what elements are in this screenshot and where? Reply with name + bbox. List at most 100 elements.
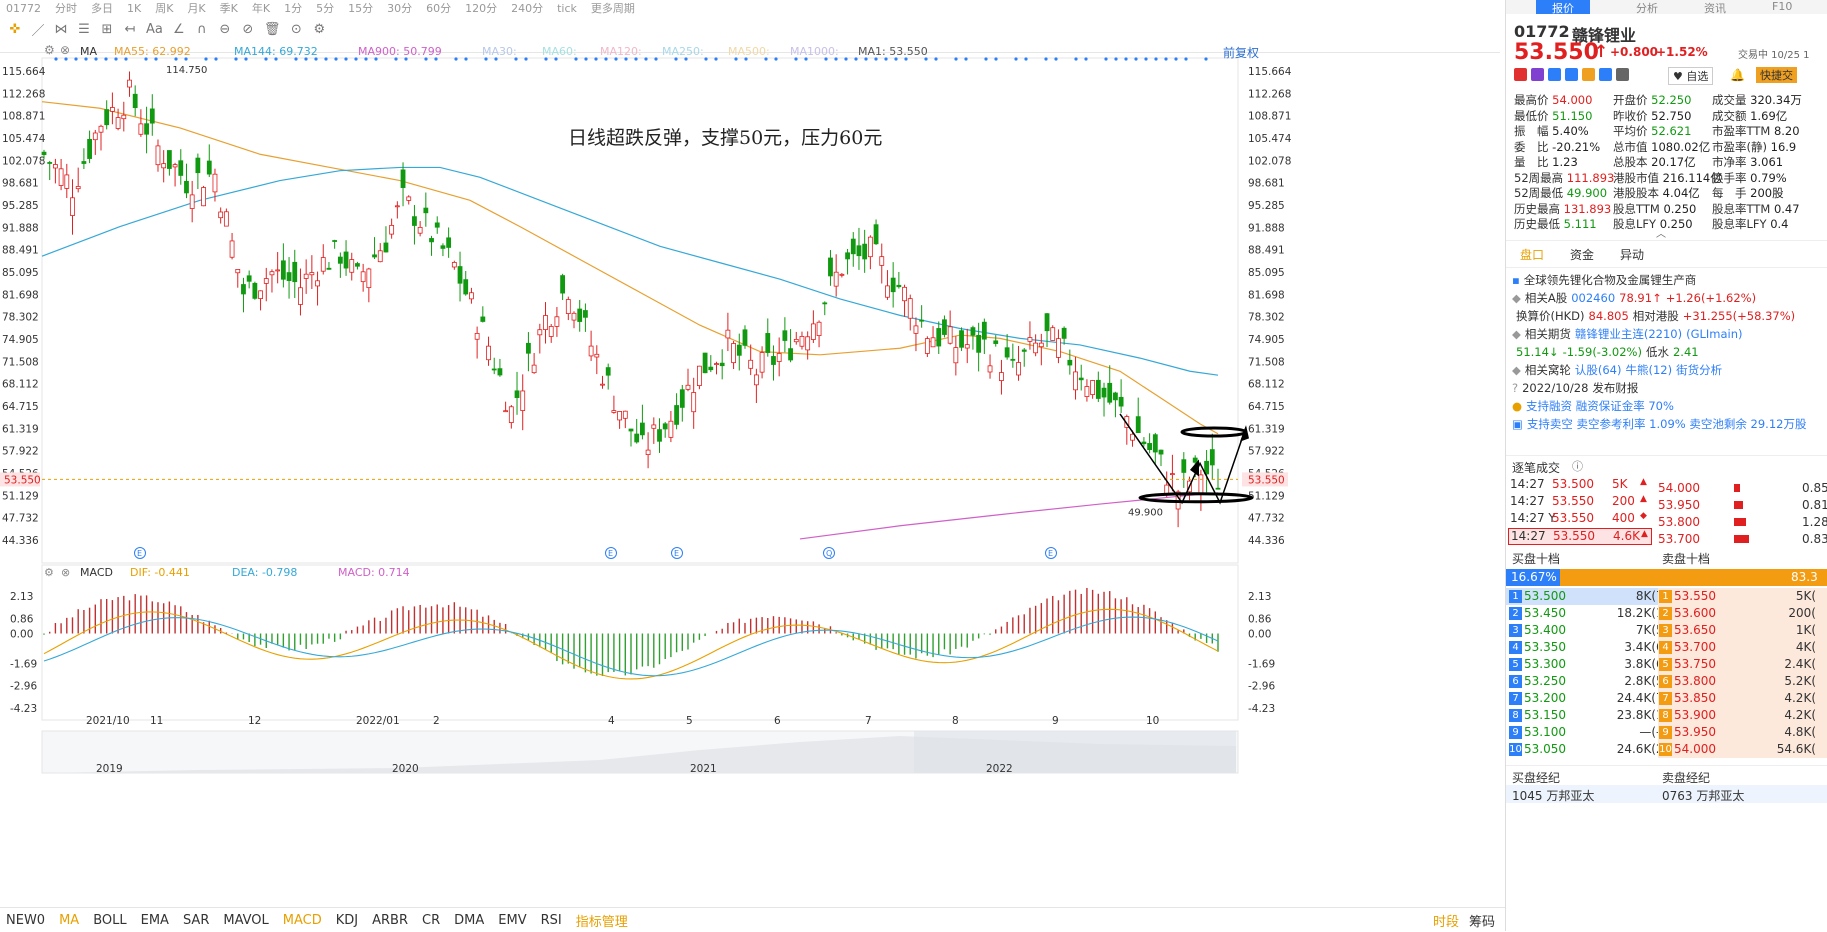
period-tab[interactable]: 分时 [55, 2, 77, 14]
eye-icon[interactable]: ⊙ [289, 22, 303, 37]
kline-chart[interactable]: 115.664 115.664 112.268 112.268 108.871 108.8… [0, 40, 1505, 931]
book-row[interactable]: 653.2502.8K(5)653.8005.2K( [1506, 673, 1827, 690]
book-row[interactable]: 353.4007K(5)353.6501K( [1506, 622, 1827, 639]
period-tab[interactable]: 120分 [465, 2, 497, 14]
feature-badge-icon[interactable] [1616, 68, 1629, 81]
ma-legend-item[interactable]: MA250: [662, 45, 704, 58]
bell-icon[interactable]: 🔔 [1730, 68, 1745, 82]
panel-tab[interactable]: 资讯 [1704, 0, 1726, 15]
period-tab[interactable]: 60分 [426, 2, 451, 14]
indicator-tab[interactable]: EMV [498, 913, 526, 928]
book-row[interactable]: 953.100—(—)953.9504.8K( [1506, 724, 1827, 741]
period-tab[interactable]: 周K [155, 2, 173, 14]
feature-badge-icon[interactable] [1565, 68, 1578, 81]
indicator-tab[interactable]: SAR [183, 913, 209, 928]
panel-tab[interactable]: 分析 [1636, 0, 1658, 15]
indicator-tab[interactable]: BOLL [93, 913, 126, 928]
crosshair-icon[interactable]: ✜ [8, 22, 22, 37]
warrant-link[interactable]: 街货分析 [1676, 363, 1722, 377]
ma-legend-item[interactable]: MA60: [542, 45, 577, 58]
trash-icon[interactable]: 🗑 [264, 22, 281, 37]
period-tab[interactable]: 01772 [6, 2, 41, 14]
quick-trade-button[interactable]: 快捷交 [1756, 67, 1797, 83]
text-tool-button[interactable]: Aa [146, 22, 163, 37]
period-tab[interactable]: 季K [220, 2, 238, 14]
bottom-right-tab[interactable]: 时段 [1433, 915, 1459, 930]
close-icon[interactable]: ⊗ [60, 43, 70, 57]
magnet-icon[interactable]: ∩ [195, 22, 209, 37]
period-tab[interactable]: 30分 [387, 2, 412, 14]
indicator-tab[interactable]: MA [59, 913, 79, 928]
chart-area[interactable]: 115.664 115.664 112.268 112.268 108.871 108.8… [0, 40, 1505, 931]
indicator-tab[interactable]: KDJ [336, 913, 358, 928]
book-row[interactable]: 853.15023.8K(1)853.9004.2K( [1506, 707, 1827, 724]
hide-icon[interactable]: ⊘ [241, 22, 255, 37]
book-row[interactable]: 1053.05024.6K(2)1054.00054.6K( [1506, 741, 1827, 758]
ma-legend-item[interactable]: MA900: 50.799 [358, 45, 442, 58]
feature-badge-icon[interactable] [1599, 68, 1612, 81]
warrant-link[interactable]: 认股(64) [1575, 363, 1622, 377]
ma-legend-item[interactable]: MA55: 62.992 [114, 45, 191, 58]
measure-tool-icon[interactable]: ⊞ [100, 22, 114, 37]
indicator-tab[interactable]: CR [422, 913, 440, 928]
period-tab[interactable]: 1K [127, 2, 141, 14]
line-tool-icon[interactable]: ／ [31, 20, 45, 39]
adjust-label[interactable]: 前复权 [1223, 44, 1259, 61]
period-tab[interactable]: 年K [252, 2, 270, 14]
ma-legend-item[interactable]: MA30: [482, 45, 517, 58]
ma-type-label[interactable]: MA [80, 45, 97, 58]
feature-badge-icon[interactable] [1548, 68, 1561, 81]
period-tab[interactable]: 1分 [284, 2, 302, 14]
bottom-right-tab[interactable]: 筹码 [1469, 915, 1495, 930]
indicator-tab[interactable]: RSI [541, 913, 562, 928]
ma-legend-item[interactable]: MA144: 69.732 [234, 45, 318, 58]
lock-icon[interactable]: ⊖ [218, 22, 232, 37]
ma-legend-item[interactable]: MA500: [728, 45, 770, 58]
futures-link[interactable]: 赣锋锂业主连(2210) [1575, 327, 1682, 341]
book-row[interactable]: 453.3503.4K(6)453.7004K( [1506, 639, 1827, 656]
book-row[interactable]: 753.20024.4K(7)753.8504.2K( [1506, 690, 1827, 707]
arrow-tool-icon[interactable]: ↤ [123, 22, 137, 37]
panel-tab[interactable]: F10 [1772, 0, 1792, 14]
period-tab[interactable]: 多日 [91, 2, 113, 14]
book-row[interactable]: 253.45018.2K(16)253.600200( [1506, 605, 1827, 622]
indicator-tab[interactable]: EMA [141, 913, 169, 928]
info-subtab[interactable]: 盘口 [1520, 246, 1544, 263]
period-tab[interactable]: 月K [187, 2, 205, 14]
indicator-tab[interactable]: DMA [454, 913, 484, 928]
period-tab[interactable]: 15分 [348, 2, 373, 14]
period-tab[interactable]: 5分 [316, 2, 334, 14]
watchlist-button[interactable]: ♥ 自选 [1668, 67, 1714, 85]
warrant-link[interactable]: 牛熊(12) [1625, 363, 1672, 377]
period-tab[interactable]: tick [557, 2, 577, 14]
help-icon[interactable]: ⓘ [1572, 458, 1583, 474]
angle-tool-icon[interactable]: ∠ [172, 22, 186, 37]
settings-icon[interactable]: ⚙ [312, 22, 326, 37]
a-code[interactable]: 002460 [1571, 291, 1615, 305]
feature-badge-icon[interactable] [1531, 68, 1544, 81]
collapse-icon[interactable]: ︿ [1656, 225, 1666, 240]
indicator-tab[interactable]: ARBR [372, 913, 408, 928]
info-subtab[interactable]: 资金 [1570, 246, 1594, 263]
info-subtab[interactable]: 异动 [1620, 246, 1644, 263]
ma-legend-item[interactable]: MA1: 53.550 [858, 45, 928, 58]
indicator-tab[interactable]: NEW0 [6, 913, 45, 928]
macd-gear-icon[interactable]: ⚙ [44, 566, 54, 579]
macd-close-icon[interactable]: ⊗ [61, 566, 70, 579]
indicator-tab[interactable]: MACD [283, 913, 322, 928]
fib-tool-icon[interactable]: ☰ [77, 22, 91, 37]
ma-legend-item[interactable]: MA120: [600, 45, 642, 58]
indicator-tab[interactable]: 指标管理 [576, 911, 628, 930]
gear-icon[interactable]: ⚙ [44, 43, 55, 57]
indicator-tab[interactable]: MAVOL [223, 913, 268, 928]
feature-badge-icon[interactable] [1582, 68, 1595, 81]
feature-badge-icon[interactable] [1514, 68, 1527, 81]
panel-tab[interactable]: 报价 [1536, 0, 1590, 15]
period-tab[interactable]: 更多周期 [591, 2, 635, 14]
book-row[interactable]: 553.3003.8K(6)553.7502.4K( [1506, 656, 1827, 673]
pattern-tool-icon[interactable]: ⋈ [54, 22, 68, 37]
overview-window[interactable] [914, 731, 1236, 773]
book-row[interactable]: 153.5008K(7)153.5505K( [1506, 588, 1827, 605]
ma-legend-item[interactable]: MA1000: [790, 45, 839, 58]
period-tab[interactable]: 240分 [511, 2, 543, 14]
